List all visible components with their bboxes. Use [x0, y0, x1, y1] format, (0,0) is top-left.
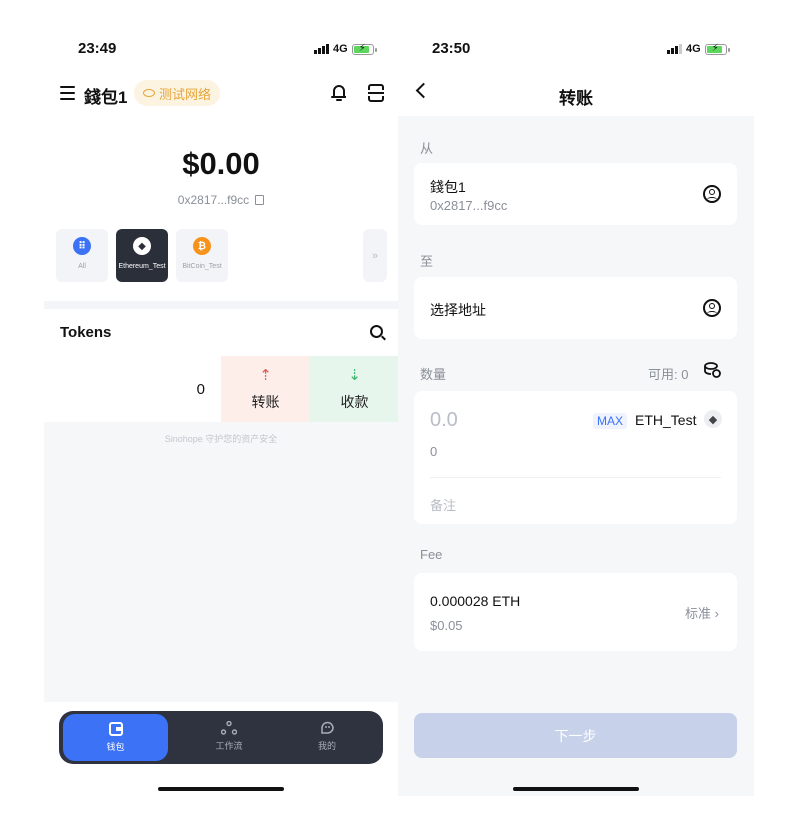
status-time: 23:50: [432, 40, 471, 57]
section-divider: [44, 301, 398, 309]
amount-card: 0.0 MAX ETH_Test ◆ 0 备注: [414, 391, 737, 524]
from-wallet-name: 錢包1: [430, 179, 466, 195]
wallet-screen: 23:49 4G ⚡ 錢包1 测试网络 $0.00 0x2817...f9cc …: [0, 0, 398, 820]
receive-button[interactable]: ⇣ 收款: [310, 356, 398, 422]
max-button[interactable]: MAX: [593, 413, 628, 429]
network-badge-label: 测试网络: [159, 86, 212, 102]
ethereum-icon: ◆: [133, 237, 151, 255]
tab-mine-label: 我的: [317, 741, 336, 751]
from-label: 从: [420, 141, 434, 156]
network-icon: [143, 89, 155, 97]
to-address-card[interactable]: 选择地址: [414, 277, 737, 339]
wallet-name[interactable]: 錢包1: [84, 83, 127, 108]
coins-icon[interactable]: [704, 362, 721, 378]
home-indicator: [158, 787, 284, 791]
amount-label: 数量: [420, 367, 447, 382]
wallet-icon: [108, 722, 123, 736]
profile-icon: [320, 721, 334, 734]
status-time: 23:49: [78, 40, 117, 57]
wallet-address: 0x2817...f9cc: [177, 193, 250, 207]
to-label: 至: [420, 254, 434, 269]
grid-icon: ⠿: [73, 237, 91, 255]
receive-icon: ⇣: [348, 367, 361, 384]
address-book-icon[interactable]: [703, 299, 721, 317]
chain-filter-bitcoin[interactable]: ₿ BitCoin_Test: [176, 229, 228, 282]
battery-icon: ⚡: [351, 43, 377, 55]
battery-icon: ⚡: [704, 43, 730, 55]
security-note: Sinohope 守护您的资产安全: [164, 434, 278, 444]
from-wallet-card[interactable]: 錢包1 0x2817...f9cc: [414, 163, 737, 225]
status-indicators: 4G ⚡: [314, 43, 377, 55]
tokens-title: Tokens: [60, 324, 112, 341]
workflow-icon: [221, 721, 237, 735]
fee-label: Fee: [420, 547, 443, 562]
signal-icon: [314, 44, 329, 54]
account-icon[interactable]: [703, 185, 721, 203]
ethereum-icon: ◆: [704, 410, 722, 428]
chain-filter-ethereum[interactable]: ◆ Ethereum_Test: [116, 229, 168, 282]
signal-icon: [667, 44, 682, 54]
status-indicators: 4G ⚡: [667, 43, 730, 55]
fee-fiat: $0.05: [430, 618, 463, 633]
token-balance: 0: [196, 380, 205, 398]
send-icon: ⇡: [259, 367, 272, 384]
bitcoin-icon: ₿: [193, 237, 211, 255]
tab-workflow-label: 工作流: [215, 741, 243, 751]
tab-wallet-label: 钱包: [106, 742, 125, 752]
network-type: 4G: [686, 43, 701, 55]
chain-filter-all[interactable]: ⠿ All: [56, 229, 108, 282]
transfer-screen: 23:50 4G ⚡ 转账 从 錢包1 0x2817...f9cc 至 选择地址…: [398, 0, 797, 820]
next-button[interactable]: 下一步: [414, 713, 737, 758]
divider: [430, 477, 721, 478]
memo-input[interactable]: 备注: [430, 495, 456, 514]
bottom-tab-bar: 钱包 工作流 我的: [59, 711, 383, 764]
tab-workflow[interactable]: 工作流: [179, 711, 279, 764]
chain-label: Ethereum_Test: [118, 263, 166, 270]
token-selector[interactable]: ETH_Test: [635, 412, 696, 428]
send-button[interactable]: ⇡ 转账: [221, 356, 310, 422]
fee-amount: 0.000028 ETH: [430, 593, 521, 609]
amount-input[interactable]: 0.0: [430, 409, 458, 432]
copy-icon[interactable]: [255, 195, 265, 205]
fee-speed-selector[interactable]: 标准 ›: [685, 603, 719, 622]
chain-label: All: [78, 263, 86, 270]
chain-label: BitCoin_Test: [182, 263, 222, 270]
tab-mine[interactable]: 我的: [277, 711, 377, 764]
home-indicator: [513, 787, 639, 791]
bell-icon[interactable]: [330, 83, 348, 103]
send-label: 转账: [251, 394, 280, 410]
from-wallet-address: 0x2817...f9cc: [430, 198, 508, 213]
more-chains-button[interactable]: »: [363, 229, 387, 282]
total-balance: $0.00: [182, 146, 260, 181]
tab-wallet[interactable]: 钱包: [63, 714, 168, 761]
network-type: 4G: [333, 43, 348, 55]
fee-card[interactable]: 0.000028 ETH $0.05 标准 ›: [414, 573, 737, 651]
available-balance: 可用: 0: [648, 367, 689, 382]
token-list-area: [44, 422, 398, 702]
menu-icon[interactable]: [60, 86, 75, 100]
amount-fiat-value: 0: [430, 444, 438, 459]
receive-label: 收款: [340, 394, 369, 410]
search-icon[interactable]: [370, 325, 383, 338]
page-title: 转账: [559, 89, 593, 108]
wallet-address-row: 0x2817...f9cc: [0, 193, 398, 207]
to-address-placeholder: 选择地址: [430, 302, 486, 318]
network-badge[interactable]: 测试网络: [134, 80, 221, 106]
scan-icon[interactable]: [368, 84, 384, 102]
